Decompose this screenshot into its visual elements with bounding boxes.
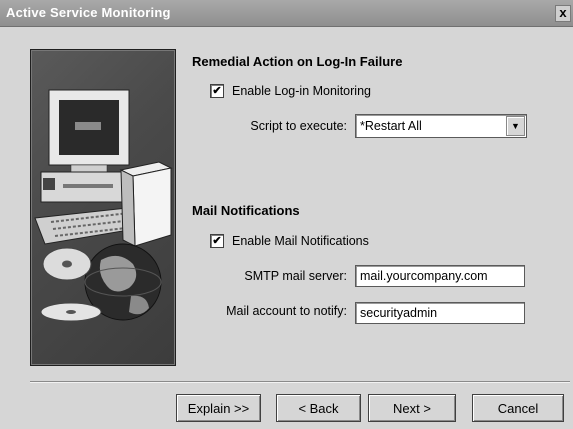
smtp-server-field[interactable]: mail.yourcompany.com	[355, 265, 525, 287]
back-button[interactable]: < Back	[276, 394, 361, 422]
remedial-heading: Remedial Action on Log-In Failure	[192, 54, 403, 69]
mail-account-field[interactable]: securityadmin	[355, 302, 525, 324]
title-bar: Active Service Monitoring x	[0, 0, 573, 27]
computer-monitor-icon	[48, 89, 130, 174]
script-select[interactable]: *Restart All ▼	[355, 114, 527, 138]
enable-login-monitoring-label: Enable Log-in Monitoring	[232, 84, 371, 98]
close-button[interactable]: x	[555, 5, 571, 22]
script-label: Script to execute:	[250, 119, 347, 133]
enable-login-monitoring-row[interactable]: ✔ Enable Log-in Monitoring	[210, 84, 371, 98]
mail-heading: Mail Notifications	[192, 203, 300, 218]
enable-mail-notifications-checkbox[interactable]: ✔	[210, 234, 224, 248]
explain-button[interactable]: Explain >>	[176, 394, 261, 422]
window-title: Active Service Monitoring	[6, 5, 171, 20]
enable-mail-notifications-row[interactable]: ✔ Enable Mail Notifications	[210, 234, 369, 248]
chevron-down-icon[interactable]: ▼	[506, 116, 525, 136]
illustration-panel	[30, 49, 176, 366]
illustration	[34, 89, 173, 322]
button-separator	[30, 381, 570, 383]
next-button[interactable]: Next >	[368, 394, 456, 422]
smtp-label: SMTP mail server:	[244, 269, 347, 283]
account-label: Mail account to notify:	[226, 304, 347, 318]
enable-mail-notifications-label: Enable Mail Notifications	[232, 234, 369, 248]
script-select-value: *Restart All	[360, 119, 422, 133]
cancel-button[interactable]: Cancel	[472, 394, 564, 422]
software-box-icon	[119, 161, 173, 247]
enable-login-monitoring-checkbox[interactable]: ✔	[210, 84, 224, 98]
